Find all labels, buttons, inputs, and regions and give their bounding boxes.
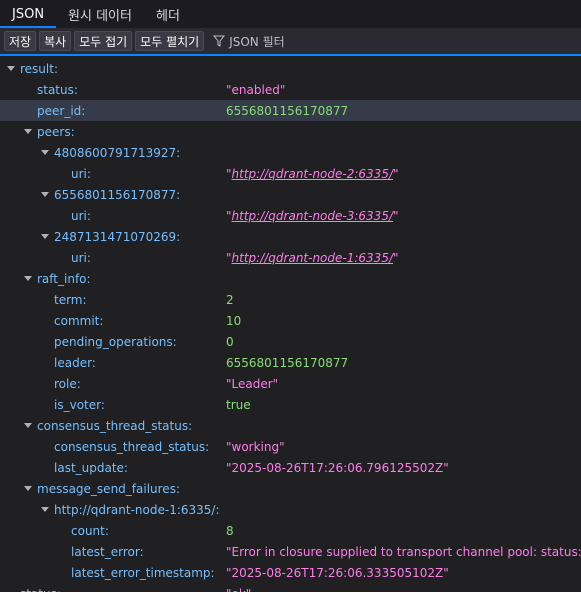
json-key: latest_error_timestamp: [71,565,215,580]
json-value: 6556801156170877 [226,103,349,118]
chevron-down-icon[interactable] [23,126,33,136]
json-value: 10 [226,313,242,328]
save-button[interactable]: 저장 [4,31,37,51]
tab-json[interactable]: JSON [0,0,57,28]
json-value: "http://qdrant-node-1:6335/" [226,250,399,265]
copy-button[interactable]: 복사 [39,31,72,51]
json-key: consensus_thread_status: [37,418,193,433]
json-value: "2025-08-26T17:26:06.796125502Z" [226,460,449,475]
json-key: last_update: [54,460,128,475]
json-tree-row[interactable]: result: [0,58,581,79]
chevron-down-icon[interactable] [23,273,33,283]
json-tree-row[interactable]: leader: 6556801156170877 [0,352,581,373]
json-tree-row[interactable]: 6556801156170877: [0,184,581,205]
json-key: result: [20,61,58,76]
json-value: 2 [226,292,234,307]
json-key: consensus_thread_status: [54,439,210,454]
json-key: 6556801156170877: [54,187,181,202]
json-tree-row[interactable]: message_send_failures: [0,478,581,499]
json-tree-row[interactable]: status: "enabled" [0,79,581,100]
expand-all-button[interactable]: 모두 펼치기 [135,31,205,51]
json-key: uri: [71,208,91,223]
json-value: "working" [226,439,285,454]
json-value-link[interactable]: http://qdrant-node-2:6335/ [232,167,393,181]
json-key: commit: [54,313,104,328]
json-key: peers: [37,124,75,139]
json-value: "2025-08-26T17:26:06.333505102Z" [226,565,449,580]
collapse-all-button[interactable]: 모두 접기 [74,31,133,51]
json-tree-row[interactable]: consensus_thread_status: [0,415,581,436]
json-tree-row[interactable]: status: "ok" [0,583,581,592]
json-tree-row[interactable]: count: 8 [0,520,581,541]
json-key: leader: [54,355,96,370]
json-filter-placeholder: JSON 필터 [229,34,285,49]
json-key: role: [54,376,81,391]
tab-bar: JSON 원시 데이터 헤더 [0,0,581,28]
json-value-link[interactable]: http://qdrant-node-1:6335/ [232,251,393,265]
json-tree-row[interactable]: uri: "http://qdrant-node-1:6335/" [0,247,581,268]
json-key: raft_info: [37,271,91,286]
json-key: 4808600791713927: [54,145,181,160]
json-tree-row[interactable]: consensus_thread_status: "working" [0,436,581,457]
json-tree-row[interactable]: latest_error: "Error in closure supplied … [0,541,581,562]
json-key: 2487131471070269: [54,229,181,244]
json-tree-row[interactable]: peer_id: 6556801156170877 [0,100,581,121]
chevron-down-icon[interactable] [40,231,50,241]
json-tree-row[interactable]: latest_error_timestamp: "2025-08-26T17:26… [0,562,581,583]
json-value: 0 [226,334,234,349]
json-tree-row[interactable]: term: 2 [0,289,581,310]
json-tree-row[interactable]: http://qdrant-node-1:6335/: [0,499,581,520]
json-tree-row[interactable]: role: "Leader" [0,373,581,394]
json-tree-row[interactable]: is_voter: true [0,394,581,415]
json-key: status: [20,587,61,592]
json-key: is_voter: [54,397,105,412]
json-key: uri: [71,166,91,181]
json-tree-row[interactable]: uri: "http://qdrant-node-2:6335/" [0,163,581,184]
json-tree-row[interactable]: uri: "http://qdrant-node-3:6335/" [0,205,581,226]
json-key: http://qdrant-node-1:6335/: [54,502,220,517]
json-value: "http://qdrant-node-3:6335/" [226,208,399,223]
json-toolbar: 저장 복사 모두 접기 모두 펼치기 JSON 필터 [0,28,581,56]
json-tree-row[interactable]: last_update: "2025-08-26T17:26:06.7961255… [0,457,581,478]
json-tree-row[interactable]: pending_operations: 0 [0,331,581,352]
chevron-down-icon[interactable] [23,483,33,493]
json-filter[interactable]: JSON 필터 [213,33,285,50]
json-tree: result: status: "enabled" peer_id: 655680115… [0,58,581,592]
chevron-down-icon[interactable] [6,63,16,73]
json-tree-row[interactable]: peers: [0,121,581,142]
json-tree-row[interactable]: commit: 10 [0,310,581,331]
chevron-down-icon[interactable] [23,420,33,430]
json-value: "Error in closure supplied to transport … [226,544,581,559]
json-key: message_send_failures: [37,481,180,496]
json-key: pending_operations: [54,334,177,349]
json-key: uri: [71,250,91,265]
json-value: 8 [226,523,234,538]
chevron-down-icon[interactable] [40,189,50,199]
json-value: "enabled" [226,82,286,97]
tab-headers[interactable]: 헤더 [144,0,192,28]
tab-raw-data[interactable]: 원시 데이터 [56,0,144,28]
json-value: "Leader" [226,376,279,391]
json-key: peer_id: [37,103,86,118]
json-key: count: [71,523,109,538]
json-value: 6556801156170877 [226,355,349,370]
json-tree-row[interactable]: 2487131471070269: [0,226,581,247]
chevron-down-icon[interactable] [40,504,50,514]
json-tree-row[interactable]: raft_info: [0,268,581,289]
json-value: true [226,397,251,412]
json-key: status: [37,82,78,97]
chevron-down-icon[interactable] [40,147,50,157]
json-tree-row[interactable]: 4808600791713927: [0,142,581,163]
json-value: "ok" [226,587,251,592]
json-value-link[interactable]: http://qdrant-node-3:6335/ [232,209,393,223]
json-key: term: [54,292,87,307]
json-value: "http://qdrant-node-2:6335/" [226,166,399,181]
funnel-icon [213,35,226,47]
json-key: latest_error: [71,544,144,559]
